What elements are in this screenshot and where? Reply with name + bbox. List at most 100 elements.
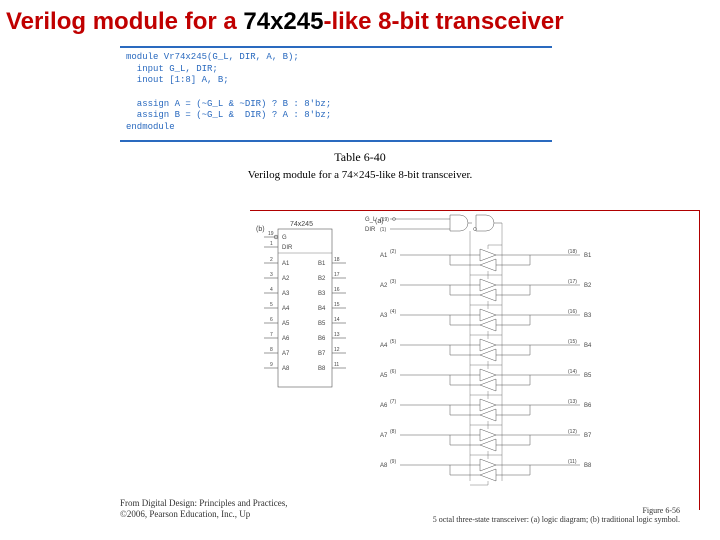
net-label: B6 <box>584 403 592 409</box>
pin-num: 7 <box>270 332 273 338</box>
buffer-icon <box>480 409 496 421</box>
table-number: Table 6-40 <box>0 150 720 165</box>
code-line: input G_L, DIR; <box>126 64 218 74</box>
pin-label: B6 <box>318 336 326 342</box>
buffer-icon <box>480 319 496 331</box>
pin-label: G <box>282 235 287 241</box>
buffer-icon <box>480 349 496 361</box>
pin-num: 3 <box>270 272 273 278</box>
code-line: inout [1:8] A, B; <box>126 75 229 85</box>
pin-num: (5) <box>390 339 396 345</box>
pin-label: A2 <box>282 276 290 282</box>
pin-num: 19 <box>268 231 274 237</box>
pin-label: B4 <box>318 306 326 312</box>
buffer-icon <box>480 439 496 451</box>
part-num: 74x245 <box>290 221 313 228</box>
pin-num: 5 <box>270 302 273 308</box>
net-label: A8 <box>380 463 388 469</box>
figure-caption: Figure 6-56 5 octal three-state transcei… <box>433 506 680 524</box>
pin-label: A6 <box>282 336 290 342</box>
pin-num: (7) <box>390 399 396 405</box>
net-label: B4 <box>584 343 592 349</box>
net-label: G_L <box>365 217 377 223</box>
net-label: A3 <box>380 313 388 319</box>
buffer-icon <box>480 469 496 481</box>
pin-num: 11 <box>334 362 339 368</box>
figure-number: Figure 6-56 <box>433 506 680 515</box>
pin-label: B2 <box>318 276 326 282</box>
pin-num: 8 <box>270 347 273 353</box>
logic-diagram: (a) G_L (19) DIR (1) A1(2)B1(18)A2(3)B2(… <box>365 215 592 485</box>
buffer-icon <box>480 379 496 391</box>
buffer-icon <box>480 309 496 321</box>
pin-label: B8 <box>318 366 326 372</box>
net-label: DIR <box>365 227 376 233</box>
slide-title: Verilog module for a 74x245-like 8-bit t… <box>0 0 720 42</box>
pin-num: (2) <box>390 249 396 255</box>
pin-label: A1 <box>282 261 290 267</box>
net-label: A1 <box>380 253 388 259</box>
pin-label: A5 <box>282 321 290 327</box>
pin-num: (17) <box>568 279 577 285</box>
code-line: endmodule <box>126 122 175 132</box>
pin-num: 16 <box>334 287 340 293</box>
pin-num: 9 <box>270 362 273 368</box>
net-label: A7 <box>380 433 388 439</box>
pin-num: (11) <box>568 459 577 465</box>
pin-num: (16) <box>568 309 577 315</box>
sub-label: (b) <box>256 226 265 233</box>
net-label: A4 <box>380 343 388 349</box>
pin-num: 17 <box>334 272 340 278</box>
pin-num: 6 <box>270 317 273 323</box>
pin-num: (12) <box>568 429 577 435</box>
pin-label: B1 <box>318 261 326 267</box>
title-post: -like 8-bit transceiver <box>323 8 563 35</box>
net-label: B1 <box>584 253 592 259</box>
code-line: assign B = (~G_L & DIR) ? A : 8'bz; <box>126 110 331 120</box>
table-description: Verilog module for a 74×245-like 8-bit t… <box>0 169 720 181</box>
net-label: B2 <box>584 283 592 289</box>
title-pre: Verilog module for a <box>6 8 243 35</box>
pin-num: 12 <box>334 347 340 353</box>
pin-label: B5 <box>318 321 326 327</box>
transceiver-diagram: (b) 74x245 19 G 1 DIR 2A118B13A217B24A31… <box>250 211 700 511</box>
pin-num: (18) <box>568 249 577 255</box>
buffer-icon <box>480 339 496 351</box>
buffer-icon <box>480 279 496 291</box>
net-label: B3 <box>584 313 592 319</box>
pin-label: B3 <box>318 291 326 297</box>
footer-line: From Digital Design: Principles and Prac… <box>120 498 287 509</box>
logic-symbol: (b) 74x245 19 G 1 DIR 2A118B13A217B24A31… <box>256 221 346 387</box>
pin-label: A8 <box>282 366 290 372</box>
pin-num: (8) <box>390 429 396 435</box>
buffer-icon <box>480 429 496 441</box>
net-label: A2 <box>380 283 388 289</box>
pin-num: 2 <box>270 257 273 263</box>
pin-num: 14 <box>334 317 340 323</box>
pin-num: (6) <box>390 369 396 375</box>
pin-num: (15) <box>568 339 577 345</box>
pin-num: (13) <box>568 399 577 405</box>
pin-num: (19) <box>380 217 389 223</box>
pin-num: 1 <box>270 241 273 247</box>
pin-num: (14) <box>568 369 577 375</box>
pin-label: B7 <box>318 351 326 357</box>
verilog-code-block: module Vr74x245(G_L, DIR, A, B); input G… <box>120 46 552 142</box>
buffer-icon <box>480 459 496 471</box>
pin-label: DIR <box>282 245 293 251</box>
footer-line: ©2006, Pearson Education, Inc., Up <box>120 509 287 520</box>
figure-text: 5 octal three-state transceiver: (a) log… <box>433 515 680 524</box>
pin-num: 15 <box>334 302 340 308</box>
net-label: B5 <box>584 373 592 379</box>
pin-label: A3 <box>282 291 290 297</box>
net-label: A5 <box>380 373 388 379</box>
copyright-footer: From Digital Design: Principles and Prac… <box>120 498 287 520</box>
pin-num: (3) <box>390 279 396 285</box>
figure-frame: (b) 74x245 19 G 1 DIR 2A118B13A217B24A31… <box>250 210 700 510</box>
buffer-icon <box>480 259 496 271</box>
title-mid: 74x245 <box>243 8 323 35</box>
pin-num: 13 <box>334 332 340 338</box>
pin-num: 18 <box>334 257 340 263</box>
net-label: A6 <box>380 403 388 409</box>
pin-num: (9) <box>390 459 396 465</box>
